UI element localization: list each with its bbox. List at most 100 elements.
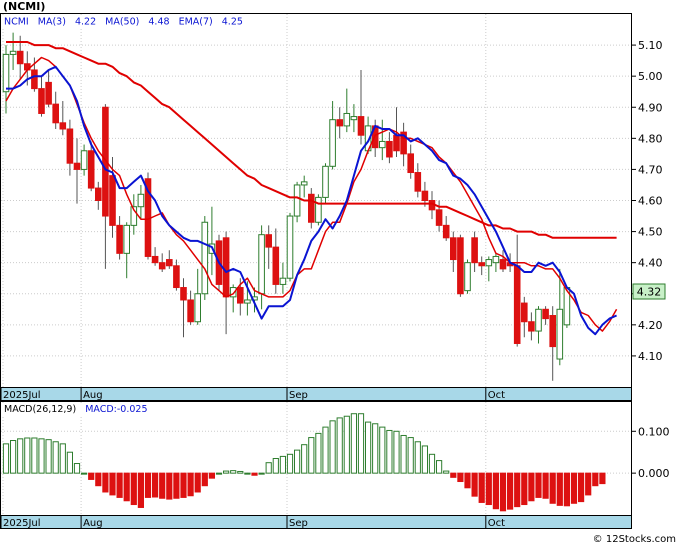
macd-bar [393, 430, 400, 474]
macd-bar [17, 438, 24, 474]
date-label: Sep [289, 390, 308, 401]
svg-text:MACD(26,12,9) MACD:-0.025: MACD(26,12,9) MACD:-0.025 [4, 404, 148, 415]
macd-bar [144, 472, 152, 498]
macd-bar [173, 472, 180, 499]
candle-body [542, 308, 549, 320]
candle-body [286, 215, 294, 279]
macd-bar [372, 423, 379, 474]
legend-ema7-value: 4.25 [222, 17, 243, 28]
macd-bar [152, 472, 159, 498]
macd-title: MACD(26,12,9) [4, 404, 76, 415]
date-label: 2025Jul [3, 390, 41, 401]
candle-body [95, 187, 102, 201]
macd-bar [130, 472, 137, 506]
macd-bar [109, 472, 116, 496]
candle-body [556, 308, 564, 360]
macd-bar [286, 453, 294, 474]
macd-bar [507, 472, 514, 510]
date-label: Oct [488, 518, 505, 529]
macd-bar [137, 472, 145, 508]
macd-bar [2, 443, 10, 474]
price-tick-label: 5.00 [638, 70, 663, 83]
candle-body [535, 308, 542, 332]
candle-body [201, 221, 209, 295]
macd-bar [45, 439, 52, 474]
candle-body [9, 50, 17, 55]
macd-bar [123, 472, 130, 502]
macd-bar [578, 472, 585, 503]
macd-bar [542, 472, 549, 499]
macd-bar [258, 472, 265, 475]
candle-body [421, 190, 429, 202]
macd-bar [31, 437, 38, 474]
candle-body [315, 196, 322, 223]
macd-bar [357, 413, 365, 474]
macd-bar [592, 472, 599, 487]
candle-body [322, 165, 329, 198]
candle-body [407, 153, 414, 174]
macd-bar [201, 472, 208, 487]
price-tick-label: 4.60 [638, 195, 663, 208]
macd-bar [237, 470, 244, 474]
candle-body [31, 69, 38, 90]
legend-ma3-value: 4.22 [75, 17, 96, 28]
macd-bar [223, 470, 230, 474]
candle-body [300, 181, 308, 186]
macd-bar [407, 437, 414, 474]
svg-text:NCMI MA(3) 4.22 MA: NCMI MA(3) 4.22 MA(50) 4.48 EMA(7) 4.25 [4, 17, 243, 28]
candle-body [258, 234, 265, 295]
candle-body [109, 175, 116, 226]
candle-body [450, 237, 457, 261]
legend-ma50-value: 4.48 [148, 17, 169, 28]
candle-body [485, 259, 493, 267]
macd-bar [428, 453, 436, 474]
candle-body [549, 315, 557, 348]
candle-body [329, 119, 336, 167]
candle-body [435, 209, 443, 226]
macd-bar [485, 472, 492, 506]
macd-bar [102, 472, 109, 493]
price-tick-label: 4.80 [638, 132, 663, 145]
macd-bar [343, 415, 350, 474]
macd-bar [499, 472, 507, 512]
macd-bar [599, 472, 606, 485]
macd-bar [279, 455, 286, 474]
macd-bar [556, 472, 563, 506]
candle-body [308, 193, 315, 223]
candle-body [343, 112, 351, 127]
price-tick-label: 4.20 [638, 319, 663, 332]
legend-ticker: NCMI [4, 17, 29, 28]
candle-body [265, 234, 272, 248]
candle-body [66, 128, 74, 164]
macd-bar [10, 440, 17, 474]
candle-body [173, 265, 180, 289]
candle-body [158, 262, 166, 270]
candle-body [528, 321, 535, 332]
macd-tick-label: 0.000 [638, 467, 670, 480]
candle-body [87, 150, 95, 189]
macd-bar [471, 472, 478, 497]
macd-bar [95, 472, 102, 487]
macd-bar [400, 434, 407, 474]
macd-bar [443, 470, 450, 474]
stock-chart: 5.105.004.904.804.704.604.504.404.304.20… [0, 0, 676, 545]
macd-bar [464, 472, 471, 489]
candle-body [492, 255, 500, 264]
chart-title: (NCMI) [3, 0, 45, 13]
macd-bar [350, 413, 357, 474]
legend-ma50-label: MA(50) [105, 17, 139, 28]
macd-bar [73, 463, 81, 474]
candle-body [2, 53, 10, 93]
date-label: Sep [289, 518, 308, 529]
candle-body [478, 262, 485, 267]
macd-bar [492, 472, 499, 510]
candle-body [151, 255, 159, 264]
macd-tick-label: 0.100 [638, 425, 670, 438]
macd-bar [251, 472, 258, 476]
candle-body [80, 150, 88, 170]
macd-value: MACD:-0.025 [85, 404, 147, 415]
macd-bar [336, 417, 343, 474]
candle-body [379, 140, 386, 149]
macd-bar [24, 437, 31, 474]
macd-bar [514, 472, 521, 508]
